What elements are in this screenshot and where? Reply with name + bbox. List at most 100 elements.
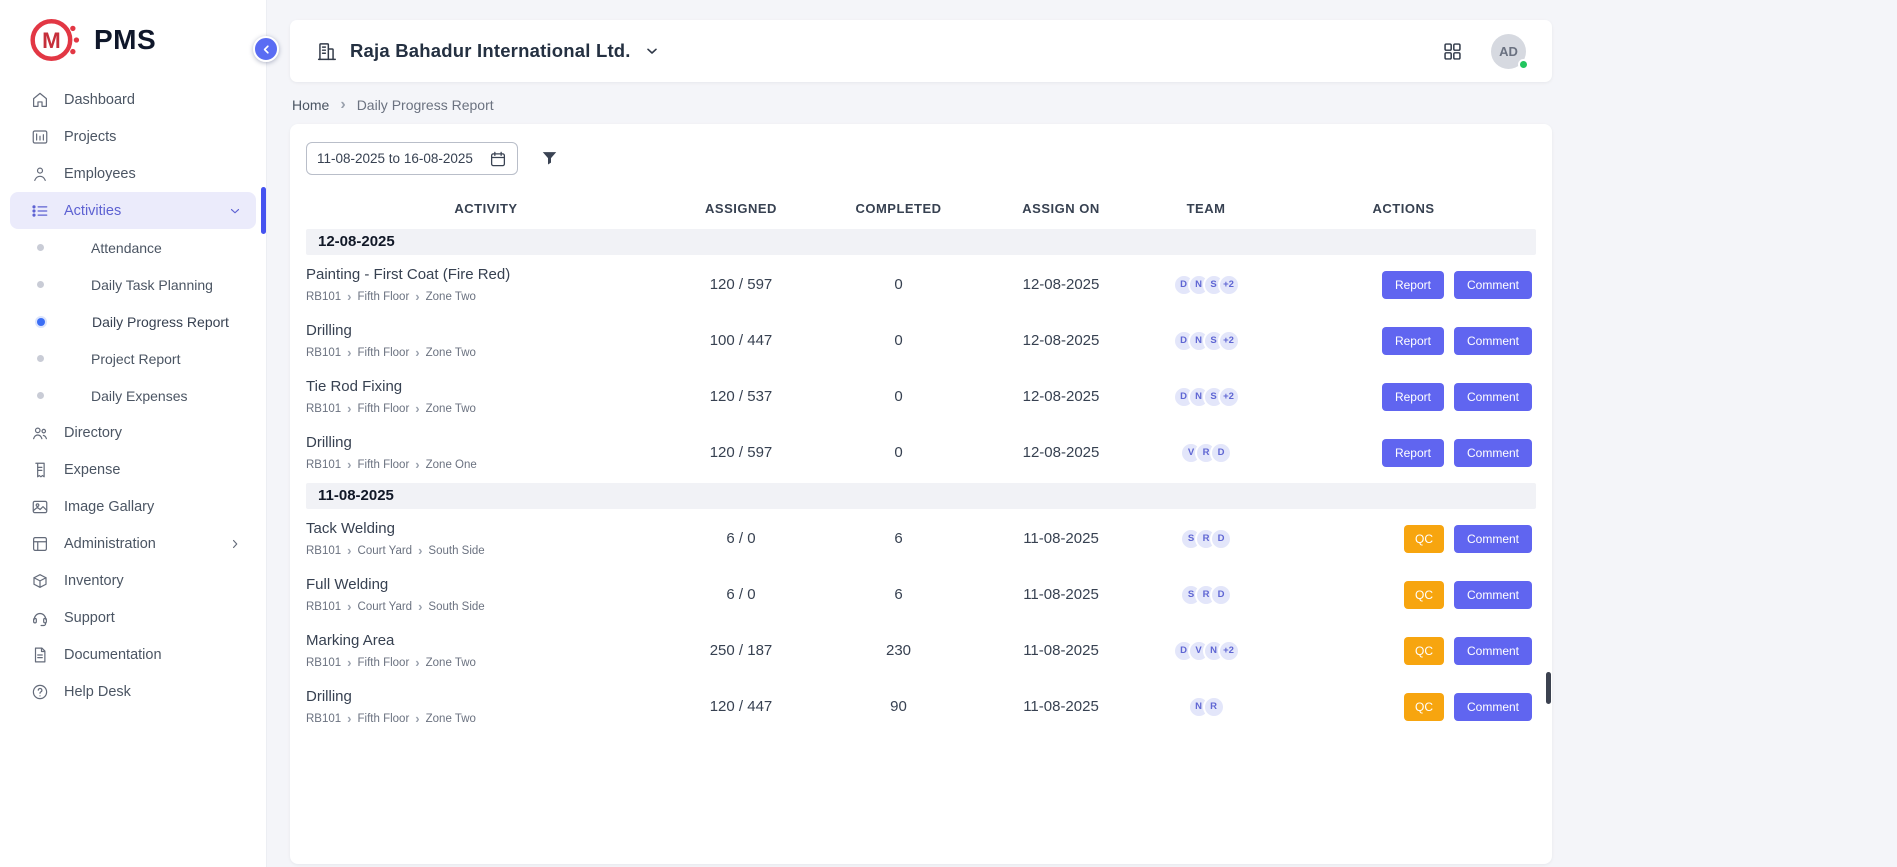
- apps-grid-icon[interactable]: [1442, 41, 1463, 62]
- team-member-avatar[interactable]: R: [1203, 696, 1225, 718]
- app-name: PMS: [94, 24, 156, 56]
- comment-button[interactable]: Comment: [1454, 327, 1532, 355]
- activity-location-path: RB101›Fifth Floor›Zone Two: [306, 402, 666, 415]
- window-layout-icon: [31, 535, 49, 553]
- comment-button[interactable]: Comment: [1454, 581, 1532, 609]
- assigned-value: 120 / 537: [666, 388, 816, 405]
- sidebar-collapse-button[interactable]: [253, 36, 279, 62]
- sidebar-item-documentation[interactable]: Documentation: [10, 636, 256, 673]
- headset-icon: [31, 609, 49, 627]
- assigned-value: 250 / 187: [666, 642, 816, 659]
- sidebar-item-employees[interactable]: Employees: [10, 155, 256, 192]
- assign-on-value: 12-08-2025: [981, 332, 1141, 349]
- sidebar-item-expense[interactable]: Expense: [10, 451, 256, 488]
- team-overflow-badge[interactable]: +2: [1218, 386, 1240, 408]
- comment-button[interactable]: Comment: [1454, 439, 1532, 467]
- filter-row: 11-08-2025 to 16-08-2025: [306, 140, 1536, 189]
- team-overflow-badge[interactable]: +2: [1218, 274, 1240, 296]
- column-header-team: TEAM: [1141, 201, 1271, 216]
- chevron-right-icon: ›: [415, 712, 419, 725]
- date-range-value: 11-08-2025 to 16-08-2025: [317, 151, 473, 166]
- sidebar-item-label: Inventory: [64, 573, 124, 589]
- sidebar-subitem-daily-progress-report[interactable]: Daily Progress Report: [0, 303, 266, 340]
- sidebar-item-dashboard[interactable]: Dashboard: [10, 81, 256, 118]
- content-card: 11-08-2025 to 16-08-2025 ACTIVITY ASSIGN…: [290, 124, 1552, 864]
- activity-title: Marking Area: [306, 632, 666, 649]
- sidebar-item-label: Expense: [64, 462, 120, 478]
- comment-button[interactable]: Comment: [1454, 271, 1532, 299]
- company-name: Raja Bahadur International Ltd.: [350, 40, 631, 62]
- comment-button[interactable]: Comment: [1454, 637, 1532, 665]
- report-button[interactable]: Report: [1382, 383, 1444, 411]
- comment-button[interactable]: Comment: [1454, 693, 1532, 721]
- path-segment: RB101: [306, 601, 341, 613]
- home-icon: [31, 91, 49, 109]
- team-overflow-badge[interactable]: +2: [1218, 640, 1240, 662]
- team-member-avatar[interactable]: D: [1210, 528, 1232, 550]
- sidebar-item-administration[interactable]: Administration: [10, 525, 256, 562]
- table-row: Painting - First Coat (Fire Red)RB101›Fi…: [306, 257, 1536, 313]
- qc-button[interactable]: QC: [1404, 525, 1444, 553]
- qc-button[interactable]: QC: [1404, 693, 1444, 721]
- comment-button[interactable]: Comment: [1454, 383, 1532, 411]
- column-header-assign-on: ASSIGN ON: [981, 201, 1141, 216]
- user-avatar[interactable]: AD: [1491, 34, 1526, 69]
- team-avatars: NR: [1141, 696, 1271, 718]
- date-range-input[interactable]: 11-08-2025 to 16-08-2025: [306, 142, 518, 175]
- document-icon: [31, 646, 49, 664]
- path-segment: RB101: [306, 347, 341, 359]
- chevron-right-icon: [228, 537, 242, 551]
- sidebar-subitem-daily-expenses[interactable]: Daily Expenses: [0, 377, 266, 414]
- report-button[interactable]: Report: [1382, 271, 1444, 299]
- breadcrumb-home[interactable]: Home: [292, 97, 329, 113]
- path-segment: Zone Two: [426, 291, 476, 303]
- assign-on-value: 12-08-2025: [981, 444, 1141, 461]
- report-button[interactable]: Report: [1382, 327, 1444, 355]
- assigned-value: 100 / 447: [666, 332, 816, 349]
- team-overflow-badge[interactable]: +2: [1218, 330, 1240, 352]
- assign-on-value: 12-08-2025: [981, 276, 1141, 293]
- date-group-header: 11-08-2025: [306, 483, 1536, 509]
- assign-on-value: 11-08-2025: [981, 586, 1141, 603]
- bullet-icon: [37, 318, 45, 326]
- sidebar-subitem-project-report[interactable]: Project Report: [0, 340, 266, 377]
- company-selector[interactable]: Raja Bahadur International Ltd.: [316, 40, 660, 62]
- main-area: Raja Bahadur International Ltd. AD Home …: [267, 0, 1897, 867]
- sidebar-subitem-attendance[interactable]: Attendance: [0, 229, 266, 266]
- table-row: Tack WeldingRB101›Court Yard›South Side6…: [306, 511, 1536, 567]
- team-member-avatar[interactable]: D: [1210, 442, 1232, 464]
- chevron-down-icon: [228, 204, 242, 218]
- table-body: 12-08-2025 Painting - First Coat (Fire Re…: [306, 229, 1536, 735]
- report-button[interactable]: Report: [1382, 439, 1444, 467]
- qc-button[interactable]: QC: [1404, 637, 1444, 665]
- qc-button[interactable]: QC: [1404, 581, 1444, 609]
- filter-funnel-icon[interactable]: [540, 149, 559, 168]
- activity-title: Painting - First Coat (Fire Red): [306, 266, 666, 283]
- sidebar-item-label: Support: [64, 610, 115, 626]
- activity-location-path: RB101›Fifth Floor›Zone One: [306, 458, 666, 471]
- comment-button[interactable]: Comment: [1454, 525, 1532, 553]
- team-avatars: DNS+2: [1141, 386, 1271, 408]
- active-nav-indicator: [261, 187, 266, 234]
- sidebar-subitem-label: Project Report: [91, 351, 180, 367]
- chevron-left-icon: [260, 43, 273, 56]
- table-header: ACTIVITY ASSIGNED COMPLETED ASSIGN ON TE…: [306, 189, 1536, 227]
- row-actions: QC Comment: [1271, 581, 1536, 609]
- scrollbar-thumb[interactable]: [1546, 672, 1551, 704]
- assign-on-value: 11-08-2025: [981, 642, 1141, 659]
- sidebar-item-inventory[interactable]: Inventory: [10, 562, 256, 599]
- sidebar-subitem-daily-task-planning[interactable]: Daily Task Planning: [0, 266, 266, 303]
- path-segment: Fifth Floor: [358, 459, 410, 471]
- path-segment: RB101: [306, 291, 341, 303]
- column-header-actions: ACTIONS: [1271, 201, 1536, 216]
- sidebar-item-directory[interactable]: Directory: [10, 414, 256, 451]
- breadcrumb: Home › Daily Progress Report: [290, 82, 1552, 124]
- team-avatars: DNS+2: [1141, 274, 1271, 296]
- sidebar-item-support[interactable]: Support: [10, 599, 256, 636]
- sidebar-item-image-gallery[interactable]: Image Gallary: [10, 488, 256, 525]
- path-segment: RB101: [306, 459, 341, 471]
- sidebar-item-projects[interactable]: Projects: [10, 118, 256, 155]
- team-member-avatar[interactable]: D: [1210, 584, 1232, 606]
- sidebar-item-help-desk[interactable]: Help Desk: [10, 673, 256, 710]
- sidebar-item-activities[interactable]: Activities: [10, 192, 256, 229]
